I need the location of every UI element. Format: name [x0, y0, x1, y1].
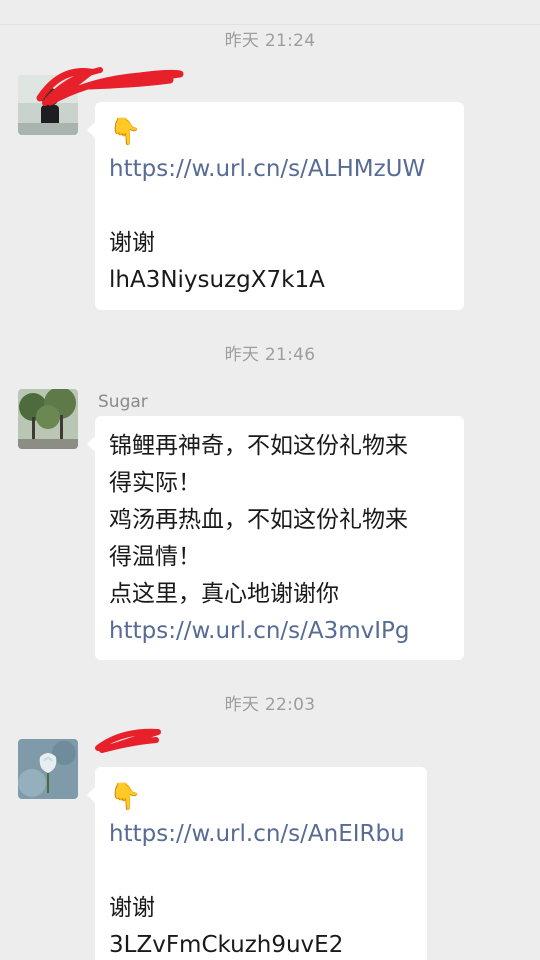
- message-text: 得实际！: [109, 470, 201, 496]
- message-link[interactable]: https://w.url.cn/s/ALHMzUW: [109, 151, 450, 188]
- message-text: 谢谢: [109, 230, 155, 256]
- chat-header-fragment: [0, 0, 540, 25]
- message-bubble[interactable]: 锦鲤再神奇，不如这份礼物来 得实际！ 鸡汤再热血，不如这份礼物来 得温情！ 点这…: [87, 416, 464, 660]
- timestamp: 昨天 21:46: [224, 345, 316, 365]
- message-link[interactable]: https://w.url.cn/s/AnEIRbu: [109, 816, 413, 853]
- pointing-down-icon: 👇: [109, 117, 142, 147]
- chat-screen: 昨天 21:24 👇 https://w.url.cn/s/ALHMzUW 谢谢…: [0, 0, 540, 960]
- message-text: lhA3NiysuzgX7k1A: [109, 267, 325, 293]
- avatar[interactable]: [18, 739, 78, 799]
- message-text: 谢谢: [109, 895, 155, 921]
- message-text: 得温情！: [109, 544, 201, 570]
- message-link[interactable]: https://w.url.cn/s/A3mvIPg: [109, 613, 450, 650]
- pointing-down-icon: 👇: [109, 782, 142, 812]
- message-text: 点这里，真心地谢谢你: [109, 581, 339, 607]
- message-text: 3LZvFmCkuzh9uvE2: [109, 932, 344, 958]
- message-text: 锦鲤再神奇，不如这份礼物来: [109, 433, 408, 459]
- timestamp: 昨天 22:03: [224, 695, 316, 715]
- avatar[interactable]: [18, 389, 78, 449]
- message-bubble[interactable]: 👇 https://w.url.cn/s/ALHMzUW 谢谢 lhA3Niys…: [87, 102, 464, 310]
- timestamp: 昨天 21:24: [224, 31, 316, 51]
- red-redaction-scribble: [95, 728, 161, 753]
- message-bubble[interactable]: 👇 https://w.url.cn/s/AnEIRbu 谢谢 3LZvFmCk…: [87, 767, 427, 960]
- sender-name: Sugar: [98, 392, 148, 412]
- message-text: 鸡汤再热血，不如这份礼物来: [109, 507, 408, 533]
